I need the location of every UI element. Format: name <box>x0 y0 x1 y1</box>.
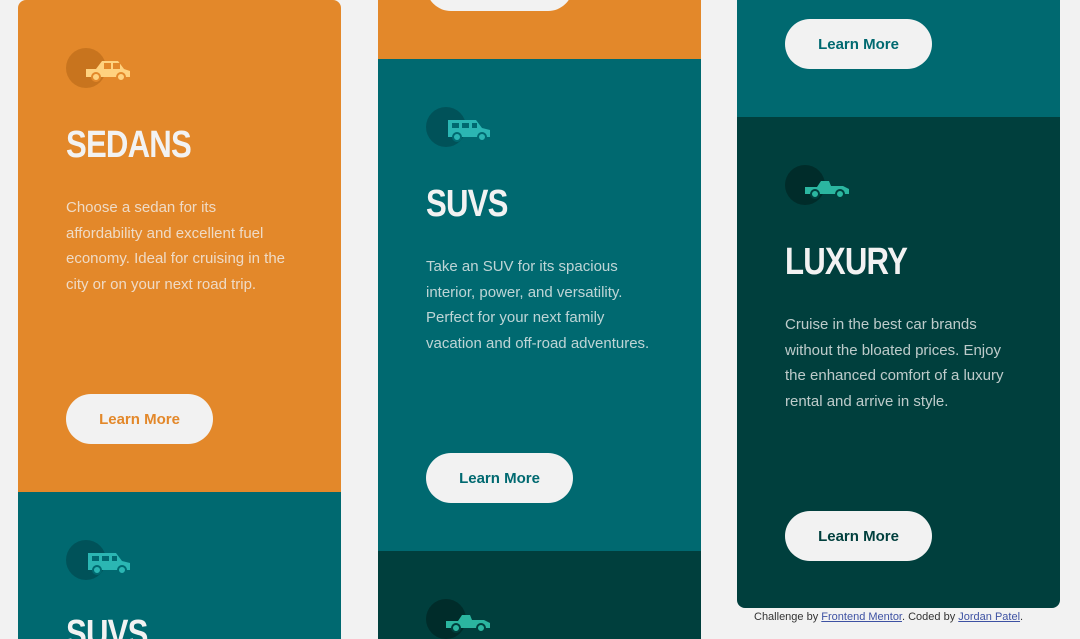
suvs-card-partial: Learn More <box>737 0 1060 117</box>
convertible-car-icon <box>785 164 851 206</box>
suvs-card: SUVS Take an SUV for its spacious interi… <box>378 59 701 551</box>
sedans-learn-more-button[interactable]: Learn More <box>426 0 573 11</box>
attribution-suffix: . <box>1020 611 1024 623</box>
suv-car-icon <box>66 539 132 581</box>
column-1: SEDANS Choose a sedan for its affordabil… <box>18 0 341 639</box>
suvs-description: Take an SUV for its spacious interior, p… <box>426 258 650 352</box>
column-2: Learn More SUVS Take an SUV for its spac… <box>378 0 701 639</box>
suvs-learn-more-button[interactable]: Learn More <box>785 19 932 69</box>
suvs-learn-more-button[interactable]: Learn More <box>426 453 573 503</box>
suvs-card-partial: SUVS <box>18 492 341 639</box>
convertible-car-icon <box>426 598 492 639</box>
suvs-title: SUVS <box>66 613 148 639</box>
attribution-prefix: Challenge by <box>754 611 822 623</box>
luxury-learn-more-button[interactable]: Learn More <box>785 511 932 561</box>
luxury-card: LUXURY Cruise in the best car brands wit… <box>737 117 1060 608</box>
sedans-card: SEDANS Choose a sedan for its affordabil… <box>18 0 341 492</box>
frontend-mentor-link[interactable]: Frontend Mentor <box>821 611 902 623</box>
attribution-middle: . Coded by <box>902 611 959 623</box>
author-link[interactable]: Jordan Patel <box>958 611 1020 623</box>
suv-car-icon <box>426 106 492 148</box>
sedans-description: Choose a sedan for its affordability and… <box>66 199 286 293</box>
luxury-card-partial <box>378 551 701 639</box>
suvs-title: SUVS <box>426 183 508 225</box>
sedans-title: SEDANS <box>66 124 192 166</box>
luxury-description: Cruise in the best car brands without th… <box>785 316 1004 410</box>
attribution: Challenge by Frontend Mentor. Coded by J… <box>754 611 1054 623</box>
sedans-learn-more-button[interactable]: Learn More <box>66 394 213 444</box>
sedans-card-partial: Learn More <box>378 0 701 59</box>
sedan-car-icon <box>66 47 132 89</box>
column-3: Learn More LUXURY Cruise in the best car… <box>737 0 1060 608</box>
luxury-title: LUXURY <box>785 241 908 283</box>
